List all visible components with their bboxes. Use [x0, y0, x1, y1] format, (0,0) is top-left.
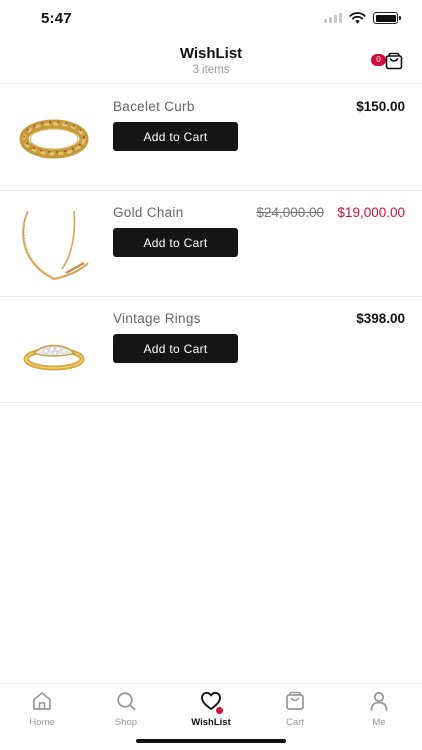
bag-icon — [286, 691, 304, 710]
item-count: 3 items — [192, 64, 230, 76]
item-original-price: $24,000.00 — [256, 205, 324, 220]
list-item[interactable]: Gold Chain $24,000.00 $19,000.00 Add to … — [0, 191, 422, 297]
tab-label: Home — [29, 717, 55, 728]
search-icon — [117, 692, 136, 711]
tab-me[interactable]: Me — [349, 690, 409, 728]
status-bar: 5:47 — [0, 0, 422, 38]
add-to-cart-button[interactable]: Add to Cart — [113, 228, 238, 257]
item-price: $398.00 — [356, 311, 405, 326]
tab-label: Cart — [286, 717, 304, 728]
home-indicator — [136, 739, 286, 743]
tab-wishlist[interactable]: WishList — [181, 690, 241, 728]
list-item[interactable]: Vintage Rings $398.00 Add to Cart — [0, 297, 422, 403]
status-time: 5:47 — [41, 10, 72, 27]
wishlist: Bacelet Curb $150.00 Add to Cart Gold Ch… — [0, 85, 422, 403]
item-name: Vintage Rings — [113, 311, 201, 326]
item-name: Gold Chain — [113, 205, 184, 220]
page-title: WishList — [179, 45, 243, 62]
tab-label: Shop — [114, 717, 138, 728]
tab-shop[interactable]: Shop — [96, 690, 156, 728]
add-to-cart-button[interactable]: Add to Cart — [113, 122, 238, 151]
add-to-cart-button[interactable]: Add to Cart — [113, 334, 238, 363]
item-sale-price: $19,000.00 — [337, 205, 405, 220]
header: WishList 3 items 0 — [0, 38, 422, 84]
tab-label: WishList — [191, 717, 231, 728]
cart-bag-icon[interactable] — [384, 51, 404, 71]
chain-image[interactable] — [14, 203, 94, 285]
home-icon — [33, 692, 51, 710]
user-icon — [370, 691, 388, 711]
tab-cart[interactable]: Cart — [265, 690, 325, 728]
item-name: Bacelet Curb — [113, 99, 195, 114]
tab-home[interactable]: Home — [12, 690, 72, 728]
signal-icon — [324, 13, 342, 23]
status-icons — [324, 12, 401, 24]
tab-label: Me — [372, 717, 386, 728]
ring-image[interactable] — [14, 309, 94, 391]
list-item[interactable]: Bacelet Curb $150.00 Add to Cart — [0, 85, 422, 191]
bracelet-image[interactable] — [14, 97, 94, 179]
item-price: $150.00 — [356, 99, 405, 114]
wifi-icon — [349, 12, 366, 24]
notification-dot — [216, 707, 223, 714]
battery-icon — [373, 12, 401, 24]
